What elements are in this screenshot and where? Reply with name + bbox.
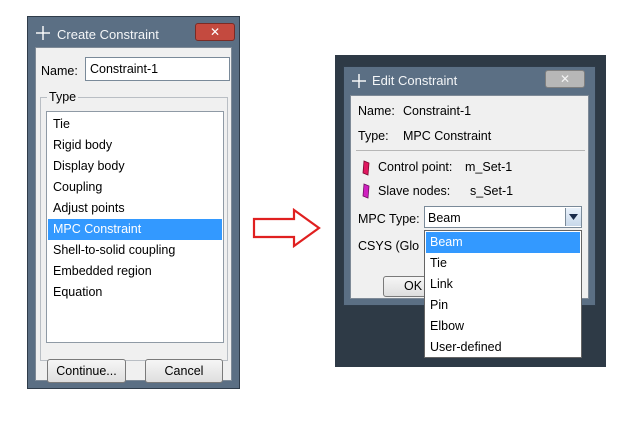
close-button[interactable]: ✕ <box>195 23 235 41</box>
separator <box>356 150 585 151</box>
type-list-item[interactable]: Embedded region <box>48 261 222 282</box>
type-listbox[interactable]: Tie Rigid body Display body Coupling Adjust … <box>46 111 224 343</box>
app-icon <box>36 26 50 40</box>
control-point-value: m_Set-1 <box>465 160 513 174</box>
dropdown-button[interactable] <box>565 208 581 226</box>
continue-button[interactable]: Continue... <box>47 359 126 383</box>
name-value: Constraint-1 <box>403 104 472 118</box>
type-label: Type: <box>358 129 389 143</box>
mpc-type-option[interactable]: Beam <box>426 232 580 253</box>
type-list-item[interactable]: Coupling <box>48 177 222 198</box>
type-list-item[interactable]: Equation <box>48 282 222 303</box>
slave-nodes-value: s_Set-1 <box>470 184 514 198</box>
mpc-type-option[interactable]: Pin <box>426 295 580 316</box>
type-list-item[interactable]: Shell-to-solid coupling <box>48 240 222 261</box>
right-arrow-icon <box>252 208 321 248</box>
mpc-type-dropdown[interactable]: Beam Tie Link Pin Elbow User-defined <box>424 230 582 358</box>
mpc-type-selected-value: Beam <box>428 211 461 225</box>
mpc-type-option[interactable]: Tie <box>426 253 580 274</box>
type-list-item[interactable]: Display body <box>48 156 222 177</box>
create-constraint-dialog: Create Constraint ✕ Name: Constraint-1 T… <box>27 16 240 389</box>
title-bar[interactable]: Create Constraint ✕ <box>28 17 239 47</box>
chevron-down-icon <box>569 214 578 220</box>
type-list-item[interactable]: Tie <box>48 114 222 135</box>
cancel-button[interactable]: Cancel <box>145 359 223 383</box>
slave-nodes-marker-icon <box>362 183 370 199</box>
name-label: Name: <box>41 64 78 78</box>
csys-label: CSYS (Glo <box>358 239 420 253</box>
type-value: MPC Constraint <box>403 129 492 143</box>
dialog-title: Edit Constraint <box>372 73 458 88</box>
app-icon <box>352 74 366 88</box>
mpc-type-option[interactable]: User-defined <box>426 337 580 358</box>
mpc-type-option[interactable]: Link <box>426 274 580 295</box>
control-point-label: Control point: <box>378 160 453 174</box>
dialog-title: Create Constraint <box>57 27 159 42</box>
title-bar[interactable]: Edit Constraint ✕ <box>344 67 595 93</box>
type-list-item[interactable]: Rigid body <box>48 135 222 156</box>
type-list-item[interactable]: Adjust points <box>48 198 222 219</box>
name-input[interactable]: Constraint-1 <box>85 57 230 81</box>
type-list-item[interactable]: MPC Constraint <box>48 219 222 240</box>
name-label: Name: <box>358 104 395 118</box>
mpc-type-option[interactable]: Elbow <box>426 316 580 337</box>
close-button[interactable]: ✕ <box>545 70 585 88</box>
mpc-type-label: MPC Type: <box>358 212 420 226</box>
close-icon: ✕ <box>559 72 571 86</box>
close-icon: ✕ <box>209 25 221 39</box>
mpc-type-select[interactable]: Beam <box>424 206 582 228</box>
control-point-marker-icon <box>362 160 370 176</box>
type-legend: Type <box>47 90 79 104</box>
dialog-body: Name: Constraint-1 Type Tie Rigid body Dis… <box>35 47 232 383</box>
slave-nodes-label: Slave nodes: <box>378 184 451 198</box>
